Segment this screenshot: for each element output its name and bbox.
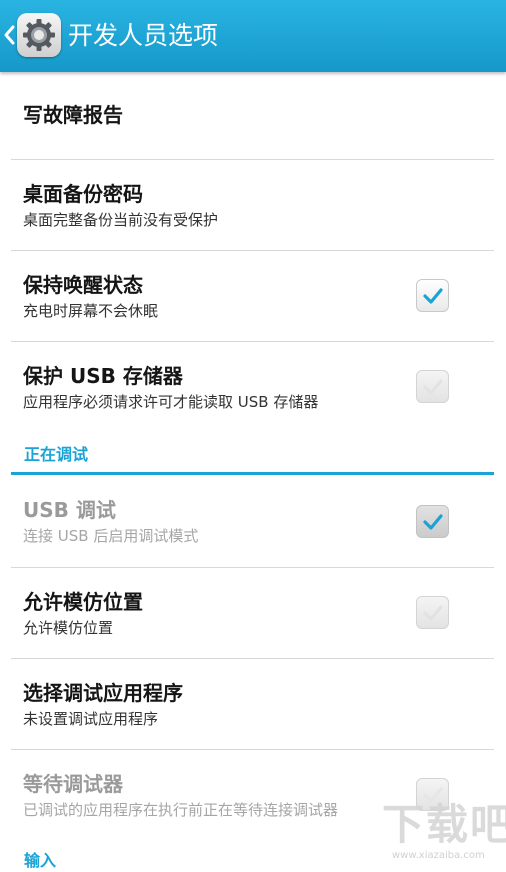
page-title: 开发人员选项 bbox=[68, 21, 219, 50]
list-item-subtitle: 允许模仿位置 bbox=[23, 619, 114, 637]
allow-mock-locations-checkbox[interactable] bbox=[416, 596, 449, 629]
list-item-allow-mock-locations[interactable]: 允许模仿位置 允许模仿位置 bbox=[0, 568, 506, 659]
section-divider bbox=[11, 472, 494, 475]
list-item-title: 允许模仿位置 bbox=[23, 590, 143, 614]
checkmark-icon bbox=[423, 514, 443, 530]
list-item-title: 桌面备份密码 bbox=[23, 182, 143, 206]
section-header-input: 输入 bbox=[24, 851, 57, 870]
list-item-title: 保护 USB 存储器 bbox=[23, 364, 183, 388]
action-bar: 开发人员选项 bbox=[0, 0, 506, 72]
list-item-protect-usb-storage[interactable]: 保护 USB 存储器 应用程序必须请求许可才能读取 USB 存储器 bbox=[0, 342, 506, 438]
watermark-logo: 下载吧 www.xiazaiba.com bbox=[376, 800, 506, 866]
chevron-left-icon[interactable] bbox=[2, 24, 16, 46]
list-item-stay-awake[interactable]: 保持唤醒状态 充电时屏幕不会休眠 bbox=[0, 251, 506, 342]
protect-usb-storage-checkbox[interactable] bbox=[416, 370, 449, 403]
list-item-subtitle: 未设置调试应用程序 bbox=[23, 710, 159, 728]
stay-awake-checkbox[interactable] bbox=[416, 279, 449, 312]
usb-debugging-checkbox[interactable] bbox=[416, 505, 449, 538]
list-item-title: 保持唤醒状态 bbox=[23, 273, 143, 297]
watermark-text: 下载吧 bbox=[382, 800, 506, 849]
list-item-bug-report[interactable]: 写故障报告 bbox=[0, 72, 506, 160]
list-item-subtitle: 充电时屏幕不会休眠 bbox=[23, 302, 159, 320]
list-item-usb-debugging[interactable]: USB 调试 连接 USB 后启用调试模式 bbox=[0, 476, 506, 568]
list-item-desktop-backup-password[interactable]: 桌面备份密码 桌面完整备份当前没有受保护 bbox=[0, 160, 506, 251]
checkmark-icon bbox=[423, 288, 443, 304]
list-item-subtitle: 桌面完整备份当前没有受保护 bbox=[23, 211, 219, 229]
checkmark-icon bbox=[423, 379, 443, 395]
list-item-subtitle: 应用程序必须请求许可才能读取 USB 存储器 bbox=[23, 393, 319, 411]
section-header-debugging: 正在调试 bbox=[24, 445, 89, 464]
list-item-subtitle: 已调试的应用程序在执行前正在等待连接调试器 bbox=[23, 801, 339, 819]
list-item-title: 选择调试应用程序 bbox=[23, 681, 183, 705]
checkmark-icon bbox=[423, 605, 443, 621]
watermark-url: www.xiazaiba.com bbox=[392, 850, 485, 861]
list-item-select-debug-app[interactable]: 选择调试应用程序 未设置调试应用程序 bbox=[0, 659, 506, 750]
list-item-subtitle: 连接 USB 后启用调试模式 bbox=[23, 527, 199, 545]
list-item-title: 写故障报告 bbox=[23, 103, 123, 127]
list-item-title: USB 调试 bbox=[23, 498, 116, 522]
list-item-title: 等待调试器 bbox=[23, 772, 123, 796]
settings-gear-icon[interactable] bbox=[17, 13, 61, 57]
